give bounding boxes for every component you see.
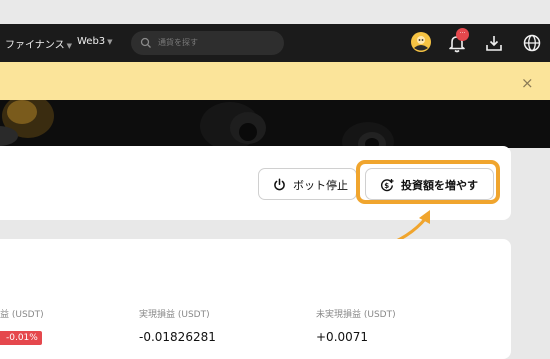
search-input[interactable]: 通貨を探す <box>131 31 284 55</box>
chevron-down-icon: ▼ <box>66 42 72 50</box>
stat-label-realized: 実現損益 (USDT) <box>139 310 210 320</box>
banner-close-button[interactable]: × <box>521 73 537 92</box>
notification-badge-text: ··· <box>459 30 466 37</box>
search-icon <box>140 37 151 48</box>
announcement-banner: × <box>0 62 550 100</box>
stat-value-unrealized: +0.0071 <box>316 330 369 344</box>
download-icon[interactable] <box>484 33 504 53</box>
stat-label-profit: 益 (USDT) <box>0 310 44 320</box>
notification-badge: ··· <box>456 28 469 41</box>
stop-bot-button[interactable]: ボット停止 <box>258 168 357 200</box>
highlight-frame <box>356 160 500 204</box>
power-icon <box>274 178 285 191</box>
nav-finance[interactable]: ファイナンス ▼ <box>5 36 72 51</box>
hero-illustration <box>0 100 550 148</box>
top-strip <box>0 0 550 24</box>
stop-bot-label: ボット停止 <box>293 179 348 192</box>
stat-value-realized: -0.01826281 <box>139 330 216 344</box>
hero-graphic <box>0 100 550 148</box>
pnl-card <box>0 239 511 359</box>
top-navbar: ファイナンス ▼ Web3 ▼ 通貨を探す ··· <box>0 24 550 62</box>
close-icon: × <box>521 74 534 92</box>
globe-icon[interactable] <box>522 33 542 53</box>
chevron-down-icon: ▼ <box>107 38 113 46</box>
profit-rate-badge: -0.01% <box>0 331 42 345</box>
avatar[interactable] <box>409 30 433 54</box>
nav-web3[interactable]: Web3 ▼ <box>77 36 113 47</box>
stat-label-unrealized: 未実現損益 (USDT) <box>316 310 396 320</box>
search-placeholder: 通貨を探す <box>158 38 198 47</box>
nav-web3-label: Web3 <box>77 36 106 47</box>
nav-finance-label: ファイナンス <box>5 40 65 51</box>
